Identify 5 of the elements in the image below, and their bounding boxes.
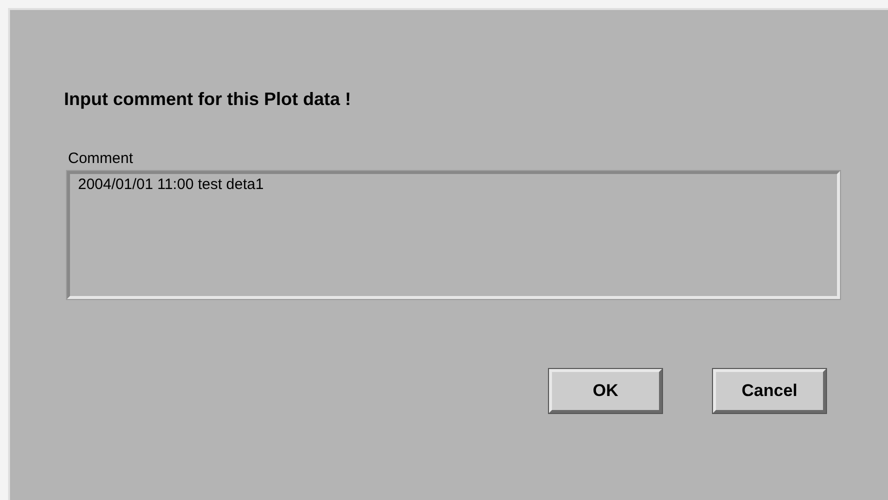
dialog-heading: Input comment for this Plot data !	[64, 88, 351, 110]
comment-label: Comment	[68, 150, 134, 168]
ok-button[interactable]: OK	[549, 369, 662, 413]
cancel-button[interactable]: Cancel	[713, 369, 826, 413]
comment-field[interactable]: 2004/01/01 11:00 test deta1	[67, 171, 840, 299]
